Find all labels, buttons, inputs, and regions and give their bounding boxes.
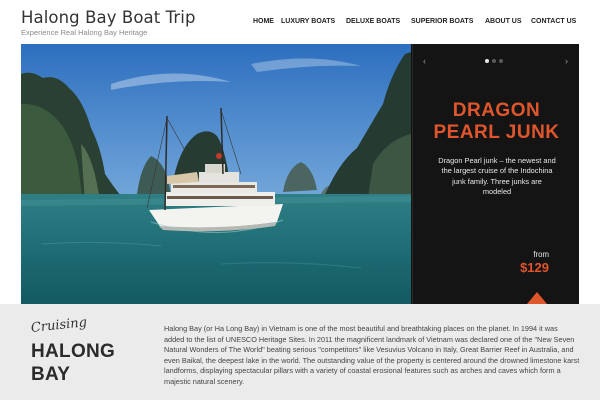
- slide-title-line-1: DRAGON: [452, 100, 541, 121]
- slide-title-line-2: PEARL JUNK: [433, 122, 560, 143]
- boat-photo: [21, 44, 411, 304]
- nav-item-home[interactable]: HOME: [253, 16, 274, 25]
- nav-item-luxury-boats[interactable]: LUXURY BOATS: [281, 16, 335, 25]
- nav-item-about-us[interactable]: ABOUT US: [485, 16, 521, 25]
- main-nav: HOME LUXURY BOATS DELUXE BOATS SUPERIOR …: [253, 16, 578, 25]
- site-tagline: Experience Real Halong Bay Heritage: [21, 28, 148, 37]
- price-tab-marker: [527, 292, 547, 304]
- slide-description: Dragon Pearl junk – the newest and the l…: [438, 156, 556, 197]
- nav-item-deluxe-boats[interactable]: DELUXE BOATS: [346, 16, 400, 25]
- price-value: $129: [520, 260, 549, 275]
- slide-info-panel: ‹ › DRAGON PEARL JUNK Dragon Pearl junk …: [412, 44, 579, 304]
- next-slide-arrow[interactable]: ›: [565, 56, 568, 66]
- hero-slider: ‹ › DRAGON PEARL JUNK Dragon Pearl junk …: [21, 44, 579, 304]
- intro-body-text: Halong Bay (or Ha Long Bay) in Vietnam i…: [164, 324, 580, 386]
- site-title[interactable]: Halong Bay Boat Trip: [21, 8, 196, 27]
- site-header: Halong Bay Boat Trip Experience Real Hal…: [0, 0, 600, 44]
- nav-item-superior-boats[interactable]: SUPERIOR BOATS: [411, 16, 473, 25]
- slide-dot-1[interactable]: [485, 59, 489, 63]
- intro-section: Cruising HALONG BAY Halong Bay (or Ha Lo…: [0, 304, 600, 400]
- prev-slide-arrow[interactable]: ‹: [423, 56, 426, 66]
- intro-heading-line-1: HALONG: [31, 341, 116, 362]
- cruising-script-label: Cruising: [30, 315, 88, 336]
- nav-item-contact-us[interactable]: CONTACT US: [531, 16, 576, 25]
- price-prefix: from: [533, 250, 549, 259]
- slide-title[interactable]: DRAGON PEARL JUNK: [413, 100, 579, 144]
- intro-heading-line-2: BAY: [31, 364, 71, 385]
- slide-pagination: [485, 59, 503, 63]
- slide-dot-2[interactable]: [492, 59, 496, 63]
- slide-dot-3[interactable]: [499, 59, 503, 63]
